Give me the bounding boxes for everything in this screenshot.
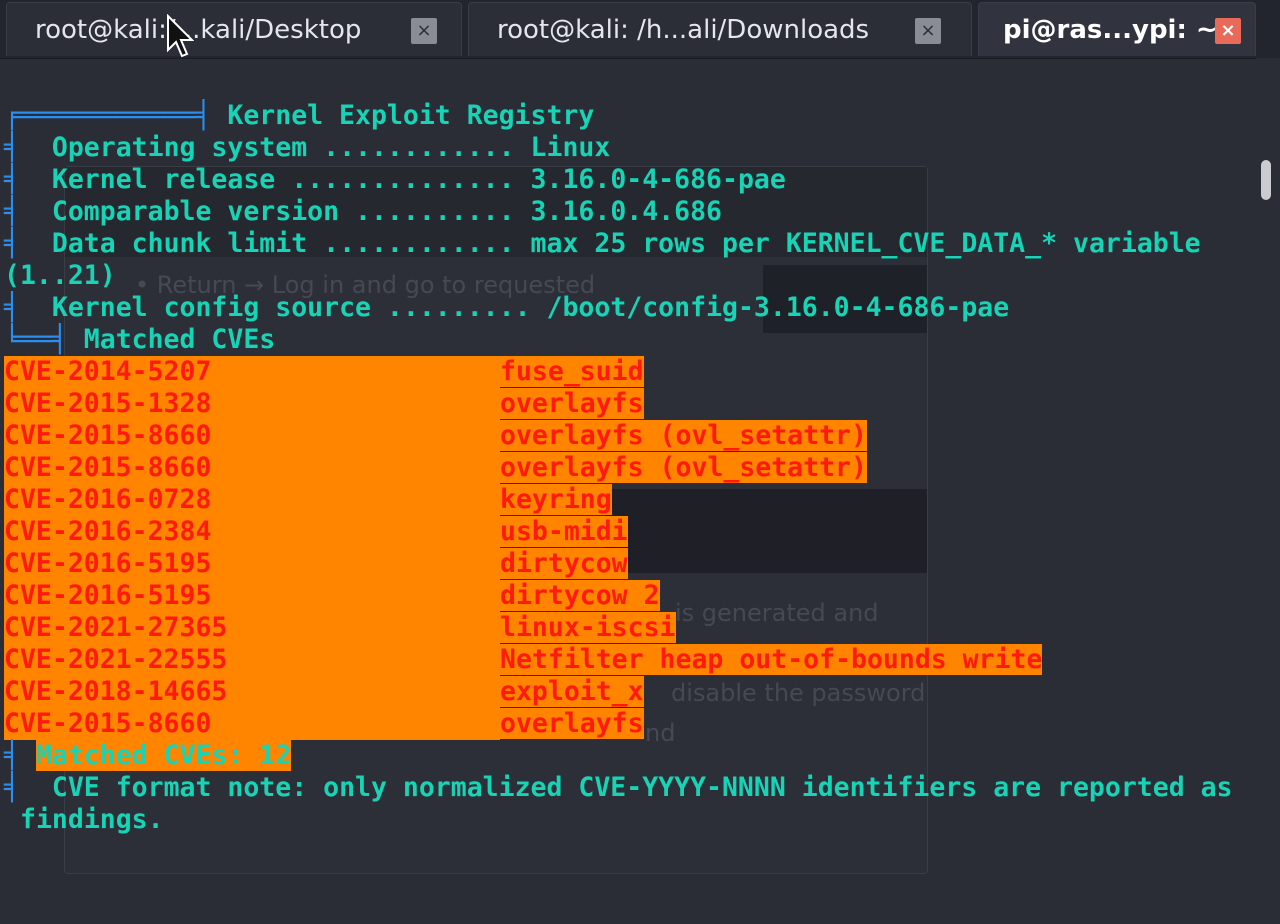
cve-id: CVE-2018-14665 [4, 676, 500, 708]
cve-name: overlayfs (ovl_setattr) [500, 420, 867, 451]
cve-name: fuse_suid [500, 356, 644, 387]
cve-name: Netfilter heap out-of-bounds write [500, 644, 1043, 675]
tab-label: root@kali:/...kali/Desktop [35, 15, 362, 45]
tab-downloads[interactable]: root@kali: /h...ali/Downloads × [468, 2, 972, 56]
cve-name: dirtycow [500, 548, 628, 579]
tab-label: pi@ras...ypi: ~ [1003, 15, 1218, 45]
scrollbar[interactable] [1256, 58, 1280, 924]
format-note: ╡ CVE format note: only normalized CVE-Y… [4, 772, 1233, 803]
info-kernel-release: ╡ Kernel release .............. 3.16.0-4… [4, 164, 786, 195]
cve-id: CVE-2016-2384 [4, 516, 500, 548]
cve-id: CVE-2014-5207 [4, 356, 500, 388]
section-title: ╘══╡ Matched CVEs [4, 324, 276, 355]
info-comparable-version: ╡ Comparable version .......... 3.16.0.4… [4, 196, 722, 227]
cve-row: CVE-2018-14665 exploit_x [4, 676, 644, 708]
info-os: ╡ Operating system ............ Linux [4, 132, 611, 163]
cve-row: CVE-2016-0728 keyring [4, 484, 612, 516]
cve-row: CVE-2021-27365 linux-iscsi [4, 612, 676, 644]
tab-desktop[interactable]: root@kali:/...kali/Desktop × [6, 2, 462, 56]
cve-name: exploit_x [500, 676, 644, 707]
close-icon[interactable]: × [411, 18, 437, 44]
format-note-continued: findings. [20, 804, 164, 835]
registry-header: ╒═══════════╡ Kernel Exploit Registry [4, 100, 595, 131]
cve-row: CVE-2016-5195 dirtycow [4, 548, 628, 580]
cve-row: CVE-2016-5195 dirtycow 2 [4, 580, 660, 612]
cve-id: CVE-2015-8660 [4, 708, 500, 740]
cve-row: CVE-2015-8660 overlayfs (ovl_setattr) [4, 452, 867, 484]
cve-id: CVE-2015-1328 [4, 388, 500, 420]
info-config-source: ╡ Kernel config source ......... /boot/c… [4, 292, 1010, 323]
close-icon[interactable]: × [915, 18, 941, 44]
scrollbar-thumb[interactable] [1261, 160, 1271, 200]
cve-id: CVE-2015-8660 [4, 452, 500, 484]
cve-id: CVE-2016-5195 [4, 580, 500, 612]
cve-row: CVE-2015-8660 overlayfs (ovl_setattr) [4, 420, 867, 452]
cve-row: CVE-2014-5207 fuse_suid [4, 356, 644, 388]
close-icon[interactable]: × [1215, 18, 1241, 44]
tab-label: root@kali: /h...ali/Downloads [497, 15, 870, 45]
info-chunk-limit: ╡ Data chunk limit ............ max 25 r… [4, 228, 1201, 259]
cve-name: keyring [500, 484, 612, 515]
cve-id: CVE-2016-0728 [4, 484, 500, 516]
mouse-cursor-icon [167, 14, 194, 58]
cve-id: CVE-2021-22555 [4, 644, 500, 676]
cve-id: CVE-2021-27365 [4, 612, 500, 644]
cve-row: CVE-2021-22555 Netfilter heap out-of-boun… [4, 644, 1043, 676]
cve-name: dirtycow 2 [500, 580, 660, 611]
terminal-output[interactable]: ╒═══════════╡ Kernel Exploit Registry ╡ … [0, 58, 1256, 924]
cve-row: CVE-2016-2384 usb-midi [4, 516, 628, 548]
cve-name: overlayfs [500, 388, 644, 419]
cve-id: CVE-2015-8660 [4, 420, 500, 452]
cve-row: CVE-2015-8660 overlayfs [4, 708, 644, 740]
cve-id: CVE-2016-5195 [4, 548, 500, 580]
cve-row: CVE-2015-1328 overlayfs [4, 388, 644, 420]
cve-name: usb-midi [500, 516, 628, 547]
chunk-note: (1..21) [4, 260, 116, 291]
cve-name: overlayfs (ovl_setattr) [500, 452, 867, 483]
tab-raspberrypi[interactable]: pi@ras...ypi: ~ × [978, 2, 1256, 56]
cve-name: overlayfs [500, 708, 644, 739]
matched-count: ╡ Matched CVEs: 12 [4, 740, 292, 771]
cve-name: linux-iscsi [500, 612, 676, 643]
